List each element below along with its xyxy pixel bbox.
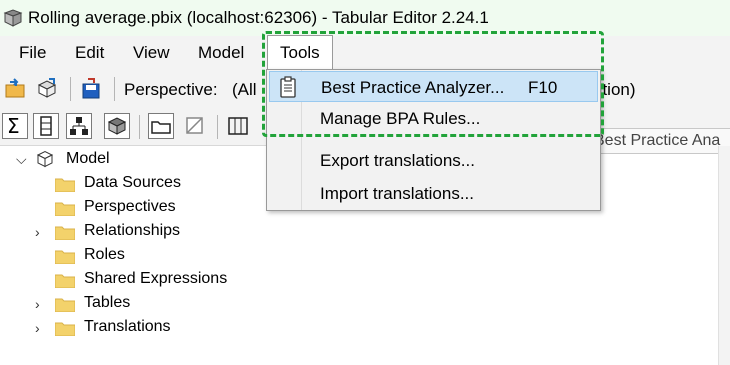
folder-icon	[55, 178, 75, 192]
chevron-right-icon[interactable]: ›	[35, 224, 40, 240]
menu-item-export-translations[interactable]: Export translations...	[269, 145, 598, 176]
grid-columns-icon[interactable]	[225, 113, 251, 139]
display-folders-icon[interactable]	[148, 113, 174, 139]
perspective-label: Perspective:	[124, 80, 218, 99]
deploy-model-icon[interactable]	[34, 76, 60, 102]
hierarchy-icon[interactable]	[66, 113, 92, 139]
menu-item-label: Import translations...	[320, 184, 475, 203]
open-model-icon[interactable]	[2, 76, 28, 102]
sigma-measures-icon[interactable]: Σ	[2, 113, 28, 139]
menu-item-label: Export translations...	[320, 151, 475, 170]
tree-node-shared-expressions[interactable]: Shared Expressions	[84, 270, 227, 294]
columns-icon[interactable]	[33, 113, 59, 139]
save-model-icon[interactable]	[78, 76, 104, 102]
chevron-right-icon[interactable]: ›	[35, 296, 40, 312]
folder-icon	[55, 322, 75, 336]
vertical-scrollbar[interactable]	[718, 146, 730, 365]
model-cube-icon	[36, 150, 54, 168]
chevron-down-icon[interactable]: ⌵	[16, 151, 27, 168]
toolbar-separator	[217, 115, 218, 139]
menu-edit[interactable]: Edit	[75, 43, 104, 63]
tabular-editor-app-icon	[3, 9, 23, 27]
tree-node-perspectives[interactable]: Perspectives	[84, 198, 176, 222]
annotation-highlight	[262, 31, 604, 137]
toolbar-separator	[139, 115, 140, 139]
show-hidden-icon[interactable]	[182, 113, 208, 139]
chevron-right-icon[interactable]: ›	[35, 320, 40, 336]
toolbar-separator	[114, 77, 115, 101]
menu-view[interactable]: View	[133, 43, 170, 63]
folder-icon	[55, 274, 75, 288]
tree-node-data-sources[interactable]: Data Sources	[84, 174, 181, 198]
tree-node-tables[interactable]: Tables	[84, 294, 130, 318]
folder-icon	[55, 202, 75, 216]
toolbar-separator	[70, 77, 71, 101]
tree-node-model[interactable]: Model	[66, 150, 110, 174]
model-cube-icon[interactable]	[104, 113, 130, 139]
menu-file[interactable]: File	[19, 43, 46, 63]
perspective-dropdown[interactable]: (All	[232, 80, 257, 100]
folder-icon	[55, 250, 75, 264]
menu-model[interactable]: Model	[198, 43, 244, 63]
tree-node-translations[interactable]: Translations	[84, 318, 171, 342]
menu-item-import-translations[interactable]: Import translations...	[269, 178, 598, 209]
folder-icon	[55, 298, 75, 312]
tree-node-relationships[interactable]: Relationships	[84, 222, 180, 246]
window-title: Rolling average.pbix (localhost:62306) -…	[28, 8, 489, 27]
svg-text:Σ: Σ	[7, 114, 20, 138]
tree-node-roles[interactable]: Roles	[84, 246, 125, 270]
folder-icon	[55, 226, 75, 240]
